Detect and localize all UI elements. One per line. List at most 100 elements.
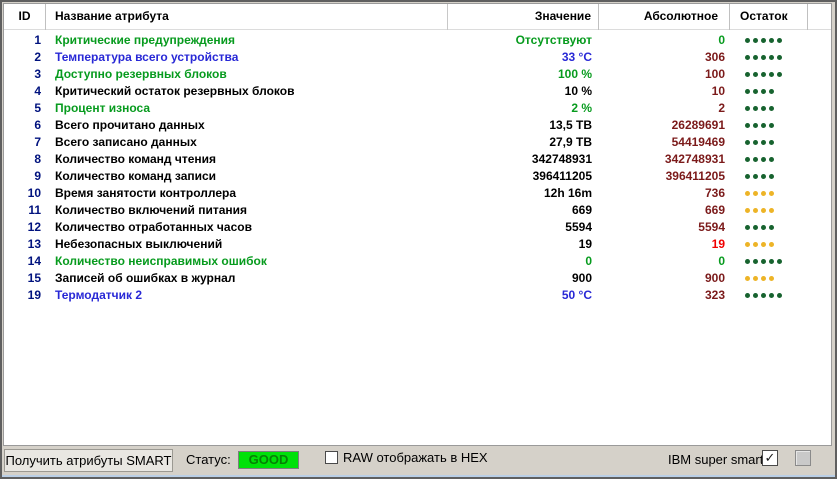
table-row[interactable]: 8 Количество команд чтения 342748931 342748… [4, 151, 831, 168]
remainder-dot [745, 276, 750, 281]
table-row[interactable]: 14 Количество неисправимых ошибок 0 0 [4, 253, 831, 270]
table-row[interactable]: 10 Время занятости контроллера 12h 16m 736 [4, 185, 831, 202]
remainder-dot [761, 157, 766, 162]
row-attribute-name: Количество неисправимых ошибок [55, 254, 267, 268]
ibm-super-smart-checkbox[interactable]: ✓ [762, 450, 778, 466]
row-value: 396411205 [532, 169, 592, 183]
table-header-row: ID Название атрибута Значение Абсолютное… [4, 4, 831, 30]
remainder-dot [769, 191, 774, 196]
table-row[interactable]: 7 Всего записано данных 27,9 TB 54419469 [4, 134, 831, 151]
remainder-dot [753, 225, 758, 230]
remainder-dot [745, 140, 750, 145]
row-remainder-dots [730, 253, 808, 270]
row-attribute-name: Время занятости контроллера [55, 186, 237, 200]
row-id: 14 [27, 254, 41, 268]
table-rows: 1 Критические предупреждения Отсутствуют 0 2… [4, 30, 831, 304]
header-value[interactable]: Значение [447, 4, 599, 30]
remainder-dot [753, 123, 758, 128]
row-id: 11 [28, 203, 41, 217]
row-attribute-name: Критические предупреждения [55, 33, 236, 47]
row-id: 13 [27, 237, 41, 251]
row-id: 1 [34, 33, 41, 47]
row-remainder-dots [730, 66, 808, 83]
header-remainder[interactable]: Остаток [730, 4, 808, 30]
row-attribute-name: Всего записано данных [55, 135, 197, 149]
row-absolute: 100 [704, 67, 725, 81]
window-bottom-edge [2, 475, 835, 477]
remainder-dot [745, 174, 750, 179]
table-row[interactable]: 9 Количество команд записи 396411205 396411… [4, 168, 831, 185]
remainder-dot [761, 191, 766, 196]
table-row[interactable]: 3 Доступно резервных блоков 100 % 100 [4, 66, 831, 83]
remainder-dot [761, 208, 766, 213]
table-row[interactable]: 4 Критический остаток резервных блоков 10 … [4, 83, 831, 100]
remainder-dot [753, 106, 758, 111]
header-id[interactable]: ID [4, 4, 46, 30]
row-absolute: 306 [704, 50, 725, 64]
row-value: 33 °C [561, 50, 592, 64]
status-label: Статус: [186, 452, 231, 467]
remainder-dot [753, 38, 758, 43]
remainder-dot [761, 55, 766, 60]
row-value: 5594 [565, 220, 592, 234]
remainder-dot [769, 106, 774, 111]
table-row[interactable]: 13 Небезопасных выключений 19 19 [4, 236, 831, 253]
remainder-dot [761, 276, 766, 281]
remainder-dot [745, 293, 750, 298]
row-absolute: 19 [711, 237, 725, 251]
raw-hex-option[interactable]: RAW отображать в HEX [325, 450, 488, 465]
table-row[interactable]: 2 Температура всего устройства 33 °C 306 [4, 49, 831, 66]
row-remainder-dots [730, 83, 808, 100]
get-smart-attributes-button[interactable]: Получить атрибуты SMART [4, 449, 173, 472]
table-row[interactable]: 6 Всего прочитано данных 13,5 TB 26289691 [4, 117, 831, 134]
remainder-dot [769, 72, 774, 77]
remainder-dot [761, 140, 766, 145]
table-row[interactable]: 5 Процент износа 2 % 2 [4, 100, 831, 117]
row-id: 15 [27, 271, 41, 285]
remainder-dot [761, 123, 766, 128]
smart-attributes-window: ID Название атрибута Значение Абсолютное… [0, 0, 837, 479]
remainder-dot [761, 259, 766, 264]
header-absolute[interactable]: Абсолютное [599, 4, 730, 30]
row-absolute: 669 [704, 203, 725, 217]
remainder-dot [745, 72, 750, 77]
row-remainder-dots [730, 49, 808, 66]
remainder-dot [769, 140, 774, 145]
row-attribute-name: Доступно резервных блоков [55, 67, 227, 81]
row-remainder-dots [730, 151, 808, 168]
remainder-dot [745, 38, 750, 43]
header-name[interactable]: Название атрибута [46, 4, 447, 30]
remainder-dot [769, 242, 774, 247]
row-id: 12 [27, 220, 41, 234]
remainder-dot [769, 293, 774, 298]
table-row[interactable]: 11 Количество включений питания 669 669 [4, 202, 831, 219]
row-value: 50 °C [561, 288, 592, 302]
table-row[interactable]: 15 Записей об ошибках в журнал 900 900 [4, 270, 831, 287]
row-remainder-dots [730, 134, 808, 151]
row-absolute: 396411205 [665, 169, 725, 183]
row-attribute-name: Небезопасных выключений [55, 237, 223, 251]
row-absolute: 0 [718, 254, 725, 268]
row-id: 2 [34, 50, 41, 64]
remainder-dot [769, 208, 774, 213]
row-remainder-dots [730, 117, 808, 134]
row-id: 10 [27, 186, 41, 200]
remainder-dot [753, 242, 758, 247]
row-attribute-name: Процент износа [55, 101, 151, 115]
row-remainder-dots [730, 236, 808, 253]
remainder-dot [769, 174, 774, 179]
table-row[interactable]: 1 Критические предупреждения Отсутствуют 0 [4, 32, 831, 49]
row-value: 0 [585, 254, 592, 268]
disabled-checkbox[interactable] [795, 450, 811, 466]
remainder-dot [769, 89, 774, 94]
row-remainder-dots [730, 32, 808, 49]
remainder-dot [777, 72, 782, 77]
row-remainder-dots [730, 202, 808, 219]
table-row[interactable]: 19 Термодатчик 2 50 °C 323 [4, 287, 831, 304]
row-value: 27,9 TB [549, 135, 592, 149]
table-row[interactable]: 12 Количество отработанных часов 5594 5594 [4, 219, 831, 236]
row-id: 5 [34, 101, 41, 115]
row-attribute-name: Температура всего устройства [55, 50, 239, 64]
header-filler [808, 4, 831, 30]
raw-hex-checkbox[interactable] [325, 451, 338, 464]
